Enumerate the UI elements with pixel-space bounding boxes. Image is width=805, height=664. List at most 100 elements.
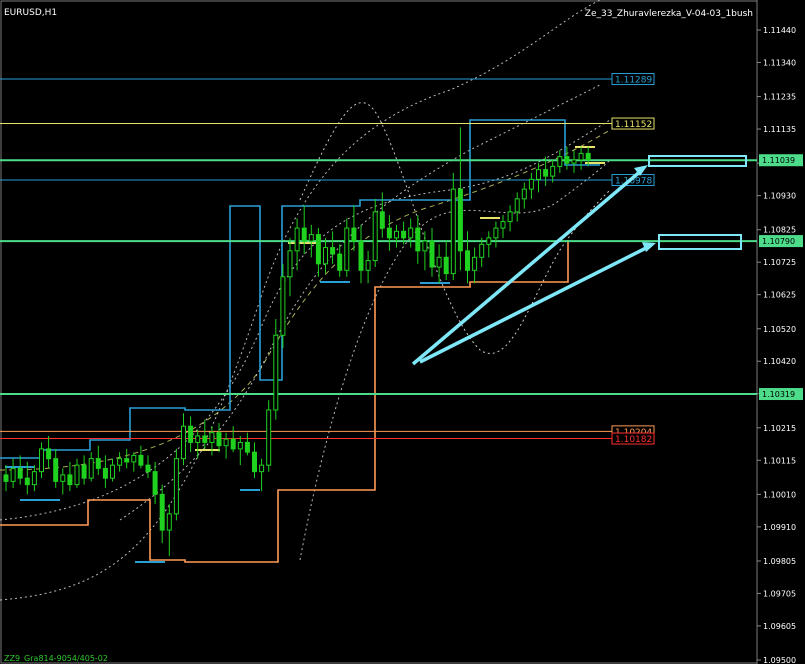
- candle-body: [60, 474, 66, 482]
- y-tick-label: 1.10010: [763, 490, 796, 499]
- candle: [102, 455, 108, 488]
- candle: [244, 432, 250, 456]
- candle-body: [117, 458, 123, 466]
- candle-body: [124, 458, 130, 463]
- candle: [408, 218, 414, 248]
- candle-body: [486, 237, 492, 245]
- candle: [521, 182, 527, 209]
- candle-body: [422, 240, 428, 252]
- candle-body: [493, 227, 499, 239]
- horizontal-levels: 1.112891.111521.109781.102041.10182: [0, 73, 757, 445]
- candle: [436, 244, 442, 284]
- candle-body: [528, 178, 534, 190]
- y-tick-label: 1.11135: [763, 125, 796, 134]
- candle: [358, 224, 364, 284]
- candle-body: [10, 467, 16, 482]
- candle-body: [102, 467, 108, 479]
- candle: [259, 458, 265, 492]
- candle-body: [479, 243, 485, 258]
- candle-body: [230, 438, 236, 450]
- candle-body: [95, 458, 101, 469]
- candle: [337, 244, 343, 277]
- candle: [188, 416, 194, 453]
- candle-body: [24, 477, 30, 486]
- candle: [216, 422, 222, 453]
- candle-body: [131, 454, 137, 463]
- candle-body: [564, 156, 570, 164]
- candle: [124, 448, 130, 469]
- candle: [280, 263, 286, 349]
- candle-body: [74, 464, 80, 486]
- candle: [60, 468, 66, 495]
- candle-body: [46, 448, 52, 460]
- candle: [294, 218, 300, 271]
- candle-body: [273, 334, 279, 411]
- candle: [46, 435, 52, 469]
- candle: [173, 448, 179, 521]
- candle: [95, 445, 101, 475]
- candle: [166, 504, 172, 557]
- candle-body: [81, 464, 87, 479]
- candle: [88, 452, 94, 482]
- candle-body: [386, 227, 392, 239]
- candle: [486, 231, 492, 258]
- envelope-line-4: [119, 84, 601, 521]
- candle-body: [17, 467, 23, 479]
- candle-body: [543, 169, 549, 177]
- y-tick-label: 1.10115: [763, 456, 796, 465]
- candle: [528, 172, 534, 199]
- candle: [287, 237, 293, 297]
- candle-body: [500, 221, 506, 229]
- candle-body: [408, 227, 414, 239]
- candle-body: [358, 240, 364, 271]
- indicator-footer-label: ZZ9_Gra814-9054/405-02: [4, 654, 108, 663]
- y-tick-label: 1.11440: [763, 26, 796, 35]
- candle-body: [394, 230, 399, 239]
- candle-body: [209, 432, 215, 443]
- candle-body: [159, 493, 165, 531]
- candle-body: [507, 211, 513, 223]
- candle: [351, 205, 357, 251]
- candle-body: [88, 458, 94, 479]
- candle-body: [287, 250, 293, 278]
- price-axis: 1.114401.113401.112351.111351.110301.109…: [757, 26, 803, 664]
- candle: [159, 484, 165, 544]
- candle: [74, 458, 80, 488]
- candle: [330, 231, 336, 264]
- y-tick-label: 1.09805: [763, 557, 796, 566]
- candle: [53, 448, 59, 488]
- y-tick-label: 1.10725: [763, 258, 796, 267]
- candle-body: [536, 169, 541, 180]
- candle-body: [280, 276, 286, 336]
- plot-frame: [0, 0, 758, 664]
- candle: [273, 319, 279, 420]
- candle: [578, 146, 584, 170]
- candle-body: [237, 441, 243, 450]
- candle: [10, 458, 16, 488]
- candle-body: [266, 409, 272, 466]
- candle: [138, 445, 144, 469]
- candle: [81, 455, 87, 485]
- candle-body: [379, 211, 385, 229]
- level-label-text: 1.10182: [615, 435, 652, 445]
- level-label-1: 1.11289: [611, 73, 655, 86]
- y-tick-label: 1.09910: [763, 523, 796, 532]
- upper-step-line: [0, 119, 600, 459]
- candle: [372, 198, 378, 268]
- candle-body: [188, 425, 194, 443]
- candle: [266, 400, 272, 472]
- y-tick-label: 1.10215: [763, 424, 796, 433]
- candle-body: [181, 425, 186, 460]
- candle-body: [550, 165, 556, 177]
- candle: [493, 221, 499, 248]
- candle: [386, 215, 392, 251]
- candle: [181, 413, 186, 466]
- candle-body: [31, 471, 37, 486]
- candle: [557, 150, 563, 173]
- axis-price-badge-text: 1.10319: [762, 390, 795, 399]
- symbol-label: EURUSD,H1: [4, 8, 58, 18]
- candle-body: [294, 227, 300, 252]
- candle-body: [457, 188, 463, 252]
- candle-body: [429, 240, 435, 268]
- candle: [17, 455, 23, 485]
